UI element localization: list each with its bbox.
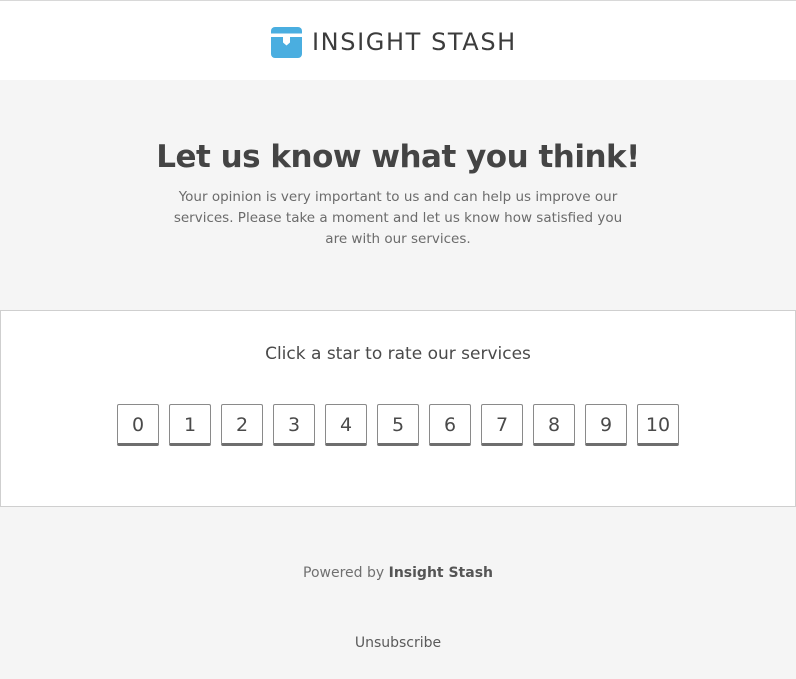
powered-by-brand-link[interactable]: Insight Stash xyxy=(389,565,493,581)
header: INSIGHT STASH xyxy=(0,0,796,80)
rating-option-3[interactable]: 3 xyxy=(273,404,315,446)
unsubscribe-row: Unsubscribe xyxy=(0,633,796,653)
rating-option-0[interactable]: 0 xyxy=(117,404,159,446)
rating-card: Click a star to rate our services 0 1 2 … xyxy=(0,310,796,507)
rating-option-8[interactable]: 8 xyxy=(533,404,575,446)
powered-by-prefix: Powered by xyxy=(303,565,385,581)
page-title: Let us know what you think! xyxy=(156,139,640,175)
rating-option-5[interactable]: 5 xyxy=(377,404,419,446)
rating-option-7[interactable]: 7 xyxy=(481,404,523,446)
unsubscribe-link[interactable]: Unsubscribe xyxy=(355,635,441,651)
rating-scale: 0 1 2 3 4 5 6 7 8 9 10 xyxy=(117,404,679,446)
rating-option-10[interactable]: 10 xyxy=(637,404,679,446)
insight-stash-logo-icon xyxy=(271,26,302,58)
page-description: Your opinion is very important to us and… xyxy=(173,189,623,247)
rating-option-1[interactable]: 1 xyxy=(169,404,211,446)
rating-option-2[interactable]: 2 xyxy=(221,404,263,446)
rating-option-4[interactable]: 4 xyxy=(325,404,367,446)
rating-option-9[interactable]: 9 xyxy=(585,404,627,446)
rating-option-6[interactable]: 6 xyxy=(429,404,471,446)
rating-prompt: Click a star to rate our services xyxy=(265,344,531,364)
brand-name: INSIGHT STASH xyxy=(312,28,517,56)
brand-logo[interactable]: INSIGHT STASH xyxy=(271,26,517,58)
powered-by: Powered by Insight Stash xyxy=(0,563,796,583)
